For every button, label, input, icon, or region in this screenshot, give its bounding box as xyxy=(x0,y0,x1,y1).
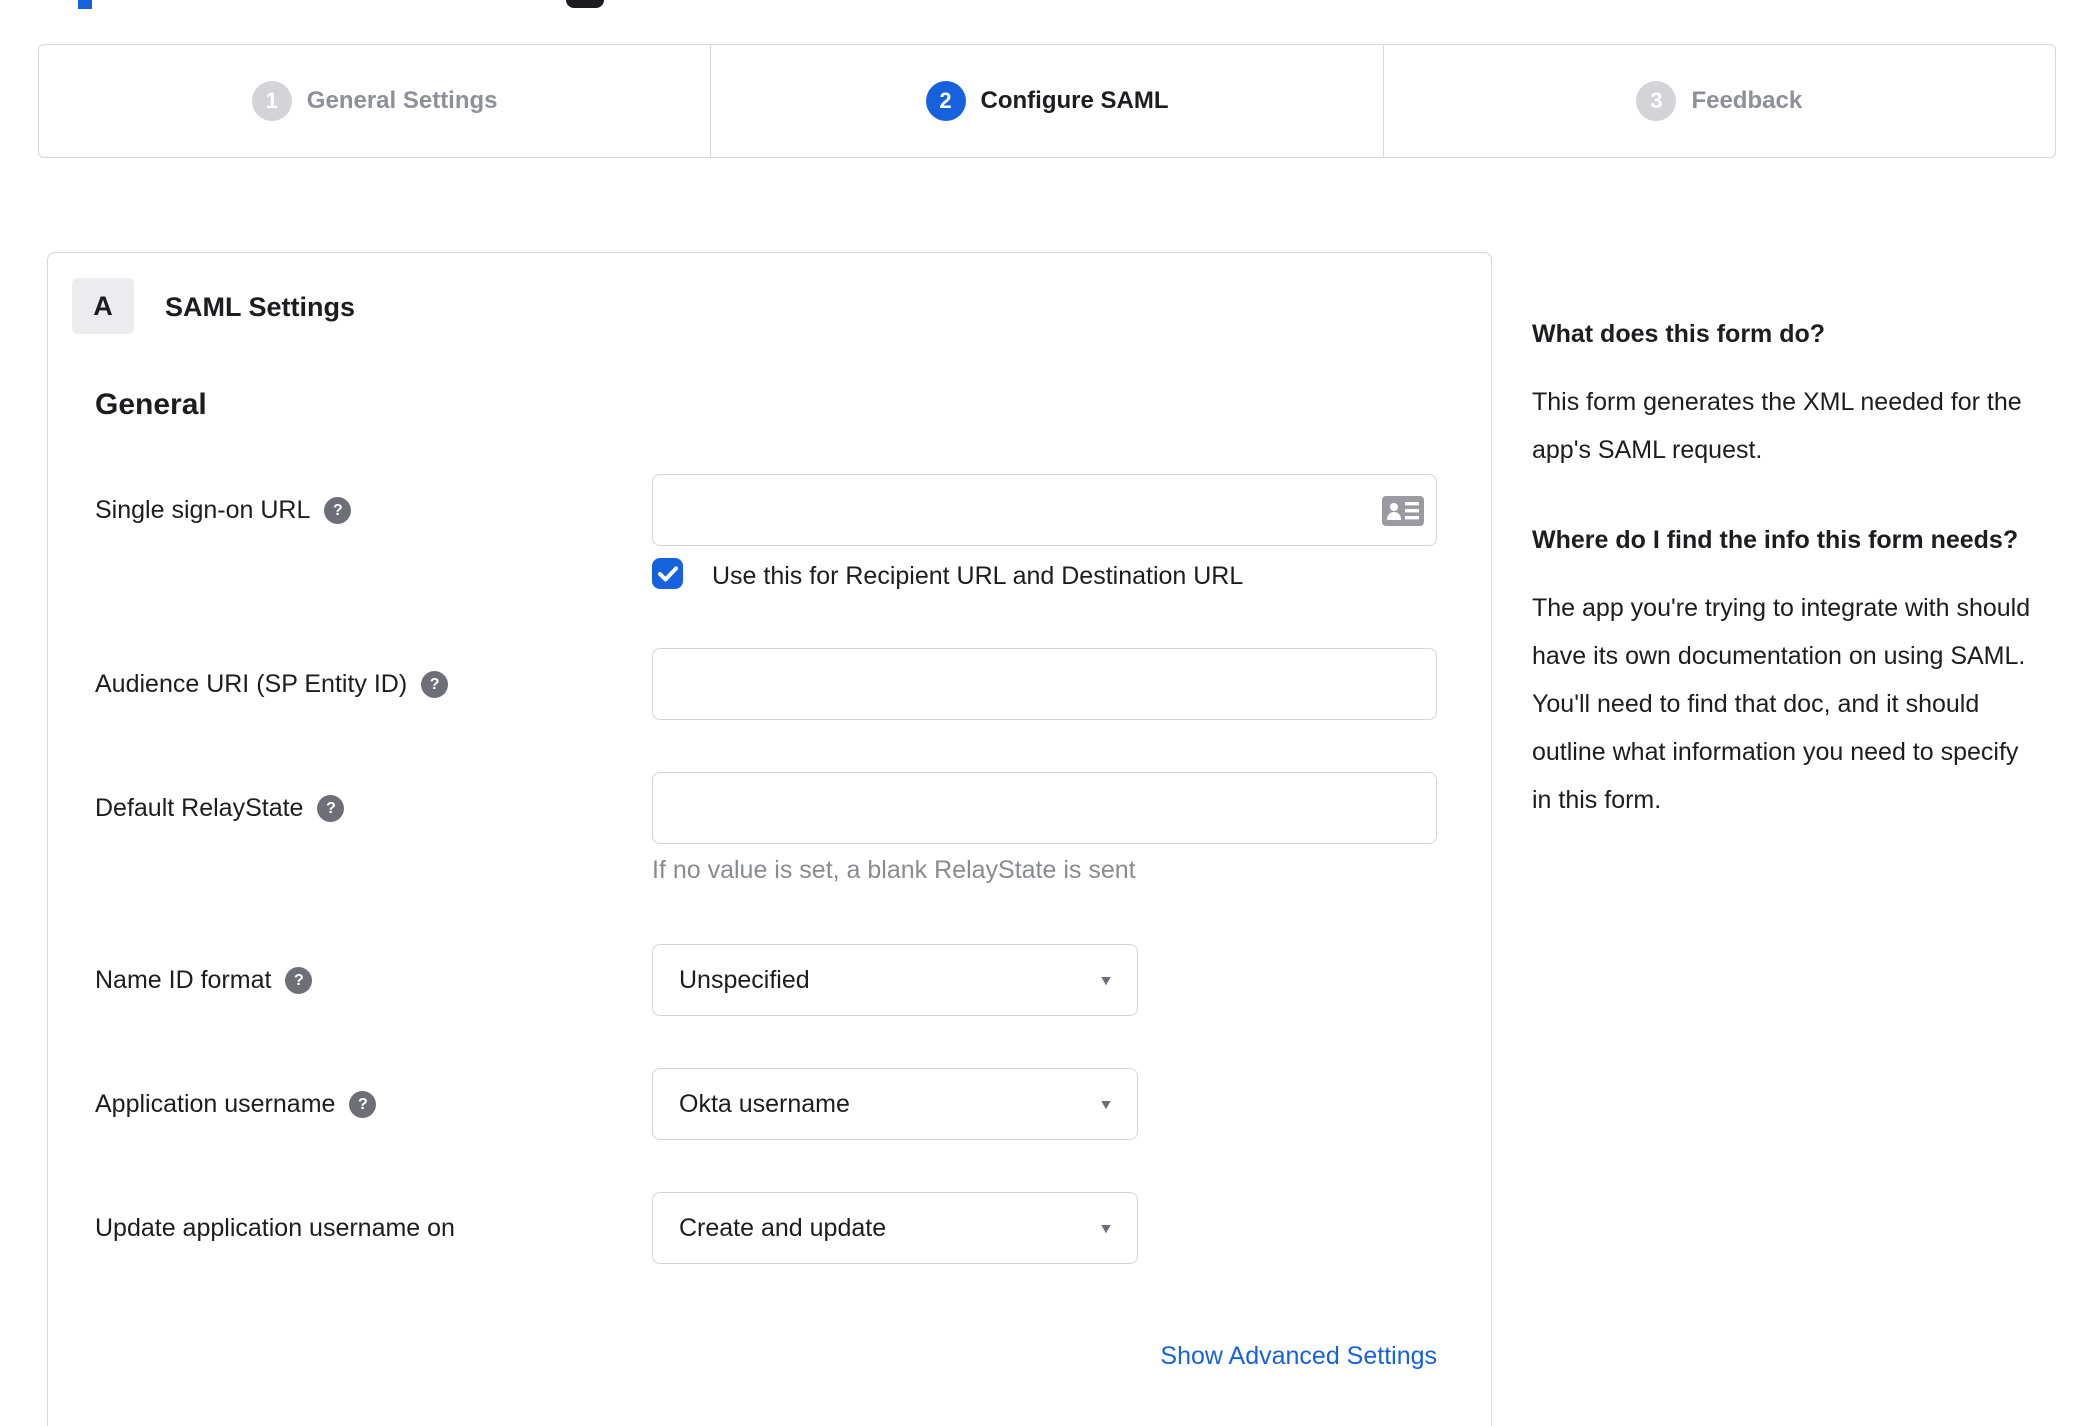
relay-state-helper-text: If no value is set, a blank RelayState i… xyxy=(652,856,1136,884)
cutoff-blue-fragment xyxy=(78,0,92,9)
name-id-format-value: Unspecified xyxy=(679,965,810,994)
relay-state-input[interactable] xyxy=(652,772,1437,844)
section-a-badge: A xyxy=(72,278,134,334)
cutoff-dark-icon-fragment xyxy=(566,0,604,8)
sidebar-body-1: This form generates the XML needed for t… xyxy=(1532,388,2022,464)
app-username-select[interactable]: Okta username ▼ xyxy=(652,1068,1138,1140)
step-label: Feedback xyxy=(1691,87,1803,114)
audience-uri-input[interactable] xyxy=(652,648,1437,720)
sso-url-help-icon[interactable]: ? xyxy=(324,497,352,524)
sso-url-label-text: Single sign-on URL xyxy=(95,496,311,524)
general-section-heading: General xyxy=(95,388,207,421)
sso-url-input[interactable] xyxy=(652,474,1437,546)
relay-state-label-text: Default RelayState xyxy=(95,794,304,822)
step-general-settings[interactable]: 1 General Settings xyxy=(39,45,710,157)
app-username-label-text: Application username xyxy=(95,1090,336,1118)
step-configure-saml[interactable]: 2 Configure SAML xyxy=(710,45,1382,157)
audience-uri-label: Audience URI (SP Entity ID) ? xyxy=(95,670,449,699)
update-username-label-text: Update application username on xyxy=(95,1214,455,1242)
app-username-value: Okta username xyxy=(679,1089,850,1118)
sidebar-body-2: The app you're trying to integrate with … xyxy=(1532,594,2031,814)
recipient-url-checkbox[interactable] xyxy=(652,558,683,589)
audience-uri-label-text: Audience URI (SP Entity ID) xyxy=(95,670,408,698)
step-number-badge: 2 xyxy=(925,81,966,121)
step-label: General Settings xyxy=(306,87,498,114)
relay-state-label: Default RelayState ? xyxy=(95,794,345,823)
update-username-label: Update application username on xyxy=(95,1214,455,1243)
update-username-value: Create and update xyxy=(679,1213,887,1242)
step-number-badge: 1 xyxy=(251,81,292,121)
sso-url-label: Single sign-on URL ? xyxy=(95,496,352,525)
chevron-down-icon: ▼ xyxy=(1098,1220,1115,1236)
relay-state-help-icon[interactable]: ? xyxy=(317,795,345,822)
update-username-select[interactable]: Create and update ▼ xyxy=(652,1192,1138,1264)
app-username-help-icon[interactable]: ? xyxy=(349,1091,377,1118)
step-label: Configure SAML xyxy=(980,87,1169,114)
help-sidebar: What does this form do? This form genera… xyxy=(1532,310,2044,824)
name-id-format-select[interactable]: Unspecified ▼ xyxy=(652,944,1138,1016)
name-id-format-label: Name ID format ? xyxy=(95,966,313,995)
panel-title: SAML Settings xyxy=(165,292,356,322)
name-id-format-help-icon[interactable]: ? xyxy=(285,967,313,994)
step-feedback[interactable]: 3 Feedback xyxy=(1382,45,2055,157)
step-number-badge: 3 xyxy=(1636,81,1677,121)
sidebar-heading-1: What does this form do? xyxy=(1532,320,1826,348)
sidebar-heading-2: Where do I find the info this form needs… xyxy=(1532,526,2019,554)
wizard-stepper: 1 General Settings 2 Configure SAML 3 Fe… xyxy=(38,44,2056,158)
audience-uri-help-icon[interactable]: ? xyxy=(421,671,449,698)
name-id-format-label-text: Name ID format xyxy=(95,966,272,994)
checkmark-icon xyxy=(657,566,678,581)
show-advanced-settings-link[interactable]: Show Advanced Settings xyxy=(1160,1342,1437,1371)
chevron-down-icon: ▼ xyxy=(1098,972,1115,988)
recipient-url-checkbox-label: Use this for Recipient URL and Destinati… xyxy=(712,562,1244,590)
app-username-label: Application username ? xyxy=(95,1090,377,1119)
chevron-down-icon: ▼ xyxy=(1098,1096,1115,1112)
